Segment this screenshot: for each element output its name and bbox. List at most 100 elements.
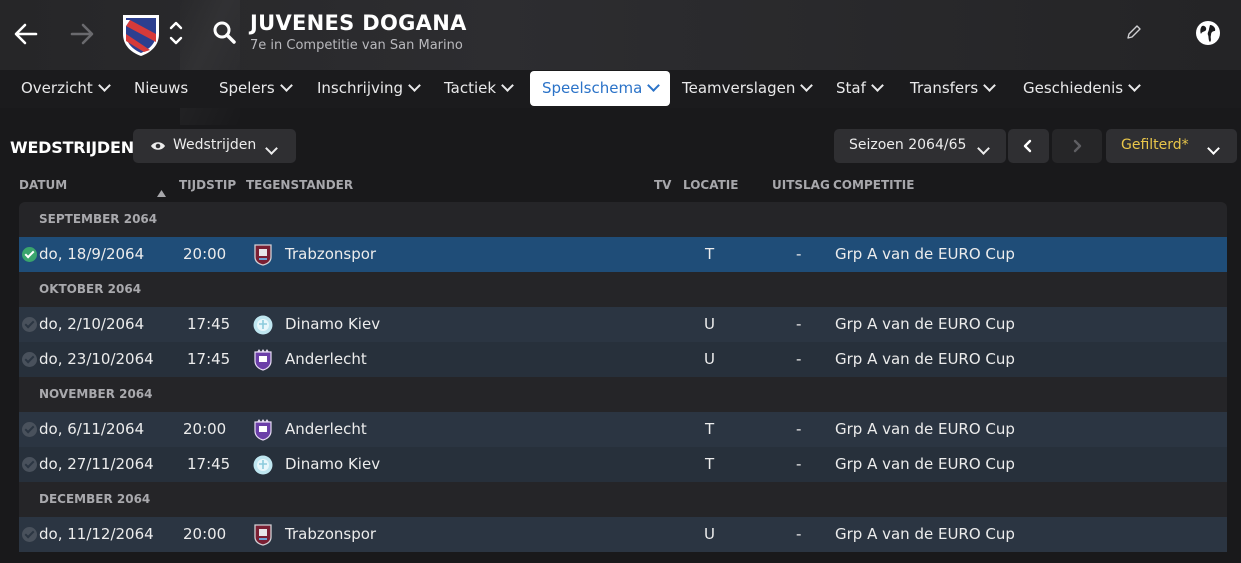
match-location: T	[705, 245, 715, 263]
sort-ascending-icon[interactable]	[157, 182, 166, 201]
match-date: do, 18/9/2064	[39, 245, 145, 263]
season-label: Seizoen 2064/65	[849, 137, 967, 153]
back-arrow-icon[interactable]	[12, 20, 40, 53]
tab-overzicht[interactable]: Overzicht	[21, 71, 111, 106]
chevron-down-icon	[408, 79, 421, 92]
table-row[interactable]: do, 27/11/2064 17:45 Dinamo Kiev T - Grp…	[19, 447, 1227, 482]
section-title: WEDSTRIJDEN	[10, 138, 134, 157]
chevron-down-icon	[983, 79, 997, 92]
table-row[interactable]: do, 6/11/2064 20:00 Anderlecht T - Grp A…	[19, 412, 1227, 447]
match-location: T	[705, 420, 715, 438]
match-competition[interactable]: Grp A van de EURO Cup	[835, 237, 1015, 272]
chevron-down-icon	[279, 79, 293, 92]
chevron-down-icon	[97, 79, 111, 92]
chevron-down-icon	[647, 79, 661, 92]
column-header-locatie[interactable]: LOCATIE	[683, 178, 738, 192]
opponent-name[interactable]: Dinamo Kiev	[285, 307, 380, 342]
column-header-tv[interactable]: TV	[654, 178, 671, 192]
match-date: do, 27/11/2064	[39, 455, 154, 473]
edit-pencil-icon[interactable]	[1126, 24, 1142, 44]
dinamo-kiev-crest-icon	[253, 455, 273, 475]
page-title: JUVENES DOGANA	[250, 11, 467, 35]
globe-icon[interactable]	[1194, 19, 1222, 51]
table-row[interactable]: do, 23/10/2064 17:45 Anderlecht U - Grp …	[19, 342, 1227, 377]
column-header-tijdstip[interactable]: TIJDSTIP	[179, 178, 236, 192]
column-header-datum[interactable]: DATUM	[19, 178, 67, 192]
match-result: -	[796, 525, 802, 543]
tab-teamverslagen[interactable]: Teamverslagen	[682, 71, 814, 106]
tab-staf[interactable]: Staf	[836, 71, 884, 106]
month-label: NOVEMBER 2064	[39, 387, 153, 401]
opponent-name[interactable]: Anderlecht	[285, 412, 367, 447]
chevron-right-icon	[1073, 139, 1082, 153]
club-crest-icon[interactable]	[120, 12, 162, 62]
opponent-name[interactable]: Trabzonspor	[285, 237, 376, 272]
forward-arrow-icon[interactable]	[68, 20, 96, 53]
chevron-left-icon	[1023, 139, 1032, 153]
match-competition[interactable]: Grp A van de EURO Cup	[835, 412, 1015, 447]
tab-inschrijving[interactable]: Inschrijving	[317, 71, 421, 106]
chevron-down-icon	[800, 79, 814, 92]
match-date: do, 23/10/2064	[39, 350, 154, 368]
tab-spelers[interactable]: Spelers	[219, 71, 293, 106]
match-time: 17:45	[187, 455, 231, 473]
match-location: T	[705, 455, 715, 473]
month-group-header: NOVEMBER 2064	[19, 377, 1227, 412]
search-icon[interactable]	[212, 20, 238, 50]
tab-geschiedenis[interactable]: Geschiedenis	[1023, 71, 1141, 106]
match-result: -	[796, 455, 802, 473]
match-time: 20:00	[183, 525, 227, 543]
check-circle-icon	[22, 457, 37, 472]
chevron-down-icon	[1128, 79, 1141, 92]
match-competition[interactable]: Grp A van de EURO Cup	[835, 517, 1015, 552]
month-label: OKTOBER 2064	[39, 282, 142, 296]
month-group-header: DECEMBER 2064	[19, 482, 1227, 517]
table-row[interactable]: do, 11/12/2064 20:00 Trabzonspor U - Grp…	[19, 517, 1227, 552]
column-header-tegenstander[interactable]: TEGENSTANDER	[246, 178, 353, 192]
opponent-name[interactable]: Trabzonspor	[285, 517, 376, 552]
opponent-name[interactable]: Anderlecht	[285, 342, 367, 377]
table-row[interactable]: do, 2/10/2064 17:45 Dinamo Kiev U - Grp …	[19, 307, 1227, 342]
match-competition[interactable]: Grp A van de EURO Cup	[835, 447, 1015, 482]
match-location: U	[704, 525, 715, 543]
chevron-down-icon	[265, 142, 278, 155]
column-header-uitslag[interactable]: UITSLAG	[772, 178, 830, 192]
tab-nieuws[interactable]: Nieuws	[134, 71, 188, 106]
opponent-name[interactable]: Dinamo Kiev	[285, 447, 380, 482]
filter-dropdown-button[interactable]: Gefilterd*	[1106, 129, 1237, 163]
table-row[interactable]: do, 18/9/2064 20:00 Trabzonspor T - Grp …	[19, 237, 1227, 272]
tab-tactiek[interactable]: Tactiek	[444, 71, 514, 106]
match-time: 17:45	[187, 350, 231, 368]
tab-speelschema[interactable]: Speelschema	[530, 71, 671, 106]
club-switch-icon[interactable]	[168, 18, 184, 52]
page-subtitle: 7e in Competitie van San Marino	[250, 38, 463, 53]
check-circle-icon	[22, 527, 37, 542]
match-location: U	[704, 315, 715, 333]
column-header-competitie[interactable]: COMPETITIE	[833, 178, 914, 192]
match-time: 20:00	[183, 245, 227, 263]
chevron-down-icon	[871, 79, 884, 92]
match-competition[interactable]: Grp A van de EURO Cup	[835, 342, 1015, 377]
match-competition[interactable]: Grp A van de EURO Cup	[835, 307, 1015, 342]
match-date: do, 11/12/2064	[39, 525, 154, 543]
match-time: 17:45	[187, 315, 231, 333]
view-dropdown-button[interactable]: Wedstrijden	[133, 129, 296, 163]
previous-season-button[interactable]	[1008, 129, 1049, 163]
next-season-button[interactable]	[1052, 129, 1102, 163]
match-date: do, 2/10/2064	[39, 315, 145, 333]
trabzonspor-crest-icon	[254, 524, 272, 546]
tab-transfers[interactable]: Transfers	[910, 71, 997, 106]
month-label: DECEMBER 2064	[39, 492, 151, 506]
filter-label: Gefilterd*	[1121, 137, 1189, 153]
month-group-header: OKTOBER 2064	[19, 272, 1227, 307]
chevron-down-icon	[1207, 142, 1220, 155]
check-circle-icon	[22, 422, 37, 437]
dinamo-kiev-crest-icon	[253, 315, 273, 335]
match-date: do, 6/11/2064	[39, 420, 145, 438]
chevron-down-icon	[501, 79, 514, 92]
season-dropdown-button[interactable]: Seizoen 2064/65	[834, 129, 1006, 163]
view-dropdown-label: Wedstrijden	[173, 137, 257, 153]
chevron-down-icon	[977, 142, 990, 155]
match-result: -	[796, 350, 802, 368]
match-result: -	[796, 245, 802, 263]
